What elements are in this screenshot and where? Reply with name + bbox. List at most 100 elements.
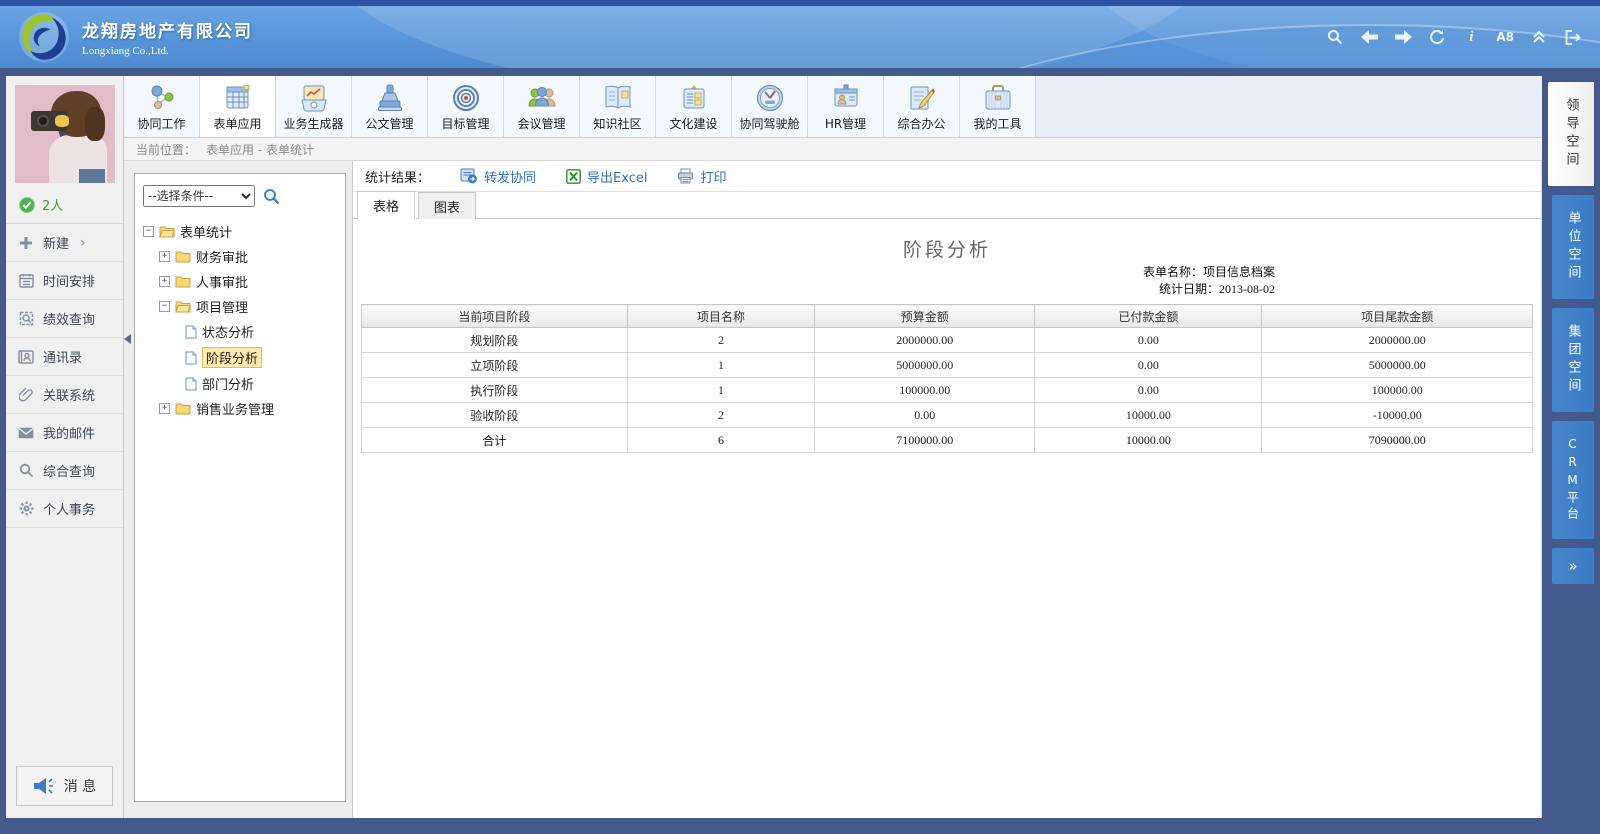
tree-node-label[interactable]: 财务审批 xyxy=(196,247,248,266)
sidebar-item-contacts[interactable]: 通讯录 xyxy=(6,338,123,376)
sidebar-item-new[interactable]: 新建 › xyxy=(6,224,123,262)
tree-node-finance[interactable]: + 财务审批 xyxy=(159,244,337,269)
tree-node-status-analysis[interactable]: 状态分析 xyxy=(185,319,337,344)
col-header[interactable]: 项目尾款金额 xyxy=(1262,305,1533,328)
breadcrumb-path: 表单应用 - 表单统计 xyxy=(206,141,314,158)
sidebar-item-schedule[interactable]: 时间安排 xyxy=(6,262,123,300)
gear-icon xyxy=(18,501,34,517)
collapse-expander-icon[interactable]: − xyxy=(159,301,170,312)
tree-node-sales[interactable]: + 销售业务管理 xyxy=(159,396,337,421)
tree-node-project[interactable]: − 项目管理 xyxy=(159,294,337,319)
tab-leader-space[interactable]: 领导空间 xyxy=(1548,82,1594,186)
cell-budget: 100000.00 xyxy=(815,378,1035,403)
module-culture[interactable]: 文化建设 xyxy=(656,76,732,137)
tab-chart[interactable]: 图表 xyxy=(418,192,476,219)
tree-node-label[interactable]: 部门分析 xyxy=(202,374,254,393)
header-actions: i A8 xyxy=(1326,28,1582,46)
tree-node-label[interactable]: 人事审批 xyxy=(196,272,248,291)
search-icon[interactable] xyxy=(1326,28,1344,46)
module-label: 协同工作 xyxy=(137,115,185,132)
folder-icon xyxy=(175,275,191,288)
online-status[interactable]: 2人 xyxy=(6,187,123,224)
sidebar-item-search[interactable]: 综合查询 xyxy=(6,452,123,490)
tree-node-dept-analysis[interactable]: 部门分析 xyxy=(185,371,337,396)
sidebar-item-mail[interactable]: 我的邮件 xyxy=(6,414,123,452)
forward-arrow-icon[interactable] xyxy=(1394,28,1412,46)
collapse-up-icon[interactable] xyxy=(1530,28,1548,46)
tree-node-label-selected[interactable]: 阶段分析 xyxy=(202,347,262,368)
app-header: 龙翔房地产有限公司 Longxiang Co.,Ltd. i A8 xyxy=(0,6,1600,68)
sidebar-collapse-handle[interactable] xyxy=(124,334,131,344)
cell-count-link[interactable]: 2 xyxy=(627,328,814,353)
tree-node-label[interactable]: 状态分析 xyxy=(202,322,254,341)
app-window: 龙翔房地产有限公司 Longxiang Co.,Ltd. i A8 xyxy=(0,0,1600,834)
cell-count-link[interactable]: 1 xyxy=(627,353,814,378)
book-icon xyxy=(603,82,633,112)
sidebar-menu: 新建 › 时间安排 绩效查询 通讯录 关联系统 xyxy=(6,224,123,528)
sidebar-item-linked-systems[interactable]: 关联系统 xyxy=(6,376,123,414)
magnifier-icon xyxy=(18,463,34,479)
collaboration-icon xyxy=(148,82,176,112)
col-header[interactable]: 当前项目阶段 xyxy=(362,305,628,328)
tab-unit-space[interactable]: 单位空间 xyxy=(1552,195,1594,299)
sidebar-item-personal[interactable]: 个人事务 xyxy=(6,490,123,528)
noticeboard-icon xyxy=(680,82,708,112)
module-official-doc[interactable]: 公文管理 xyxy=(352,76,428,137)
tab-table[interactable]: 表格 xyxy=(357,191,415,219)
module-form-app[interactable]: 表单应用 xyxy=(200,76,276,137)
module-business-builder[interactable]: 业务生成器 xyxy=(276,76,352,137)
forward-doc-icon xyxy=(460,168,478,184)
module-target[interactable]: 目标管理 xyxy=(428,76,504,137)
tree-node-stage-analysis[interactable]: 阶段分析 xyxy=(185,344,337,371)
cell-stage: 验收阶段 xyxy=(362,403,628,428)
content-area: 协同工作 表单应用 业务生成器 公文管理 目标管理 xyxy=(124,76,1542,818)
online-check-icon xyxy=(19,197,35,213)
collapse-expander-icon[interactable]: − xyxy=(143,226,154,237)
module-label: 我的工具 xyxy=(973,115,1021,132)
module-tools[interactable]: 我的工具 xyxy=(960,76,1036,137)
tree-node-label[interactable]: 项目管理 xyxy=(196,297,248,316)
document-icon xyxy=(185,325,197,339)
a8-label[interactable]: A8 xyxy=(1496,28,1514,46)
module-knowledge[interactable]: 知识社区 xyxy=(580,76,656,137)
right-tabs-collapse-icon[interactable]: » xyxy=(1552,548,1594,584)
table-row: 规划阶段 2 2000000.00 0.00 2000000.00 xyxy=(362,328,1533,353)
stamp-icon xyxy=(377,82,403,112)
sidebar-item-performance[interactable]: 绩效查询 xyxy=(6,300,123,338)
user-photo[interactable] xyxy=(15,85,115,183)
folder-open-icon xyxy=(175,300,191,313)
print-action[interactable]: 打印 xyxy=(677,167,726,186)
folder-icon xyxy=(175,250,191,263)
tab-crm-platform[interactable]: CRM平台 xyxy=(1552,421,1594,539)
expand-expander-icon[interactable]: + xyxy=(159,403,170,414)
module-collaboration[interactable]: 协同工作 xyxy=(124,76,200,137)
info-icon[interactable]: i xyxy=(1462,28,1480,46)
logout-icon[interactable] xyxy=(1564,28,1582,46)
tree-node-hr-approval[interactable]: + 人事审批 xyxy=(159,269,337,294)
expand-expander-icon[interactable]: + xyxy=(159,276,170,287)
tree-node-root[interactable]: − 表单统计 xyxy=(143,219,337,244)
module-office[interactable]: 综合办公 xyxy=(884,76,960,137)
cell-stage: 执行阶段 xyxy=(362,378,628,403)
tab-group-space[interactable]: 集团空间 xyxy=(1552,308,1594,412)
expand-expander-icon[interactable]: + xyxy=(159,251,170,262)
back-arrow-icon[interactable] xyxy=(1360,28,1378,46)
forward-action[interactable]: 转发协同 xyxy=(460,167,536,186)
export-excel-action[interactable]: 导出Excel xyxy=(566,167,647,186)
cell-balance: 2000000.00 xyxy=(1262,328,1533,353)
module-hr[interactable]: HR管理 xyxy=(808,76,884,137)
tree-node-label[interactable]: 表单统计 xyxy=(180,222,232,241)
message-button[interactable]: 消 息 xyxy=(16,766,113,806)
col-header[interactable]: 已付款金额 xyxy=(1035,305,1262,328)
cell-count-link[interactable]: 1 xyxy=(627,378,814,403)
cell-balance: 100000.00 xyxy=(1262,378,1533,403)
module-meeting[interactable]: 会议管理 xyxy=(504,76,580,137)
tree-node-label[interactable]: 销售业务管理 xyxy=(196,399,274,418)
condition-select[interactable]: --选择条件-- xyxy=(143,185,255,207)
module-dashboard[interactable]: 协同驾驶舱 xyxy=(732,76,808,137)
col-header[interactable]: 预算金额 xyxy=(815,305,1035,328)
cell-count-link[interactable]: 2 xyxy=(627,403,814,428)
refresh-icon[interactable] xyxy=(1428,28,1446,46)
col-header[interactable]: 项目名称 xyxy=(627,305,814,328)
tree-search-icon[interactable] xyxy=(263,188,280,205)
